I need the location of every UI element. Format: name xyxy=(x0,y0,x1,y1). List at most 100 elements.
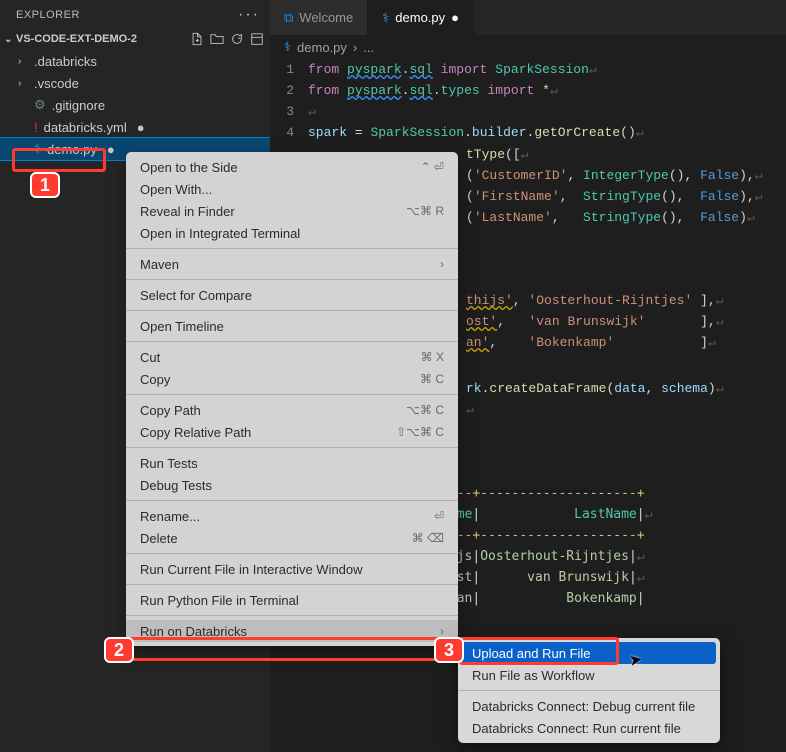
context-menu-item[interactable]: Select for Compare xyxy=(126,284,458,306)
context-menu-item[interactable]: Delete⌘ ⌫ xyxy=(126,527,458,549)
code-line[interactable]: 1from pyspark.sql import SparkSession↵ xyxy=(270,59,786,80)
folder-databricks[interactable]: › .databricks xyxy=(0,50,270,72)
chevron-down-icon: ⌄ xyxy=(4,34,14,45)
code-line[interactable]: 4spark = SparkSession.builder.getOrCreat… xyxy=(270,122,786,143)
workspace-name: VS-CODE-EXT-DEMO-2 xyxy=(16,33,137,45)
menu-item-label: Run Current File in Interactive Window xyxy=(140,562,363,577)
file-databricks-yml[interactable]: ! databricks.yml ● xyxy=(0,116,270,138)
tab-label: demo.py xyxy=(395,10,445,25)
menu-separator xyxy=(126,447,458,448)
menu-item-label: Reveal in Finder xyxy=(140,204,235,219)
code-editor[interactable]: 1from pyspark.sql import SparkSession↵2f… xyxy=(270,59,786,143)
menu-item-label: Rename... xyxy=(140,509,200,524)
keyboard-shortcut: ⌃ ⏎ xyxy=(421,160,444,174)
breadcrumb[interactable]: ⚕ demo.py › ... xyxy=(270,35,786,59)
context-menu-item[interactable]: Run Tests xyxy=(126,452,458,474)
menu-separator xyxy=(126,279,458,280)
tab-welcome[interactable]: ⧉ Welcome xyxy=(270,0,368,35)
menu-item-label: Open With... xyxy=(140,182,212,197)
menu-item-label: Copy Relative Path xyxy=(140,425,251,440)
menu-separator xyxy=(126,310,458,311)
line-number: 4 xyxy=(270,122,308,143)
breadcrumb-more: ... xyxy=(363,40,374,55)
context-menu-item[interactable]: Reveal in Finder ⌥⌘ R xyxy=(126,200,458,222)
menu-separator xyxy=(126,615,458,616)
file-gitignore[interactable]: ⚙ .gitignore xyxy=(0,94,270,116)
menu-item-label: Open Timeline xyxy=(140,319,224,334)
context-menu-item[interactable]: Copy⌘ C xyxy=(126,368,458,390)
explorer-title: EXPLORER xyxy=(16,9,80,21)
submenu-arrow-icon: › xyxy=(440,624,444,638)
menu-separator xyxy=(126,500,458,501)
annotation-badge-3: 3 xyxy=(434,637,464,663)
new-file-icon[interactable] xyxy=(190,32,204,46)
keyboard-shortcut: ⌥⌘ C xyxy=(406,403,444,417)
python-icon: ⚕ xyxy=(284,39,291,55)
annotation-box-2 xyxy=(128,637,456,661)
dirty-indicator: ● xyxy=(451,10,459,25)
menu-item-label: Run Tests xyxy=(140,456,198,471)
context-menu-item[interactable]: Open Timeline xyxy=(126,315,458,337)
context-menu-item[interactable]: Maven › xyxy=(126,253,458,275)
menu-item-label: Open to the Side xyxy=(140,160,238,175)
context-menu-item[interactable]: Rename... ⏎ xyxy=(126,505,458,527)
file-tree: › .databricks › .vscode ⚙ .gitignore ! d… xyxy=(0,48,270,160)
menu-item-label: Run Python File in Terminal xyxy=(140,593,299,608)
menu-item-label: Copy xyxy=(140,372,170,387)
folder-label: .databricks xyxy=(34,54,97,69)
code-line[interactable]: 3↵ xyxy=(270,101,786,122)
keyboard-shortcut: ⌘ X xyxy=(421,350,444,364)
breadcrumb-file: demo.py xyxy=(297,40,347,55)
yaml-icon: ! xyxy=(34,120,38,135)
menu-separator xyxy=(126,584,458,585)
annotation-box-3 xyxy=(459,637,619,665)
submenu-item[interactable]: Databricks Connect: Debug current file xyxy=(458,695,720,717)
menu-item-label: Delete xyxy=(140,531,178,546)
refresh-icon[interactable] xyxy=(230,32,244,46)
context-menu-item[interactable]: Open to the Side ⌃ ⏎ xyxy=(126,156,458,178)
code-line[interactable]: 2from pyspark.sql.types import *↵ xyxy=(270,80,786,101)
keyboard-shortcut: ⇧⌥⌘ C xyxy=(396,425,444,439)
tab-demo-py[interactable]: ⚕ demo.py ● xyxy=(368,0,474,35)
collapse-icon[interactable] xyxy=(250,32,264,46)
context-menu-item[interactable]: Copy Path ⌥⌘ C xyxy=(126,399,458,421)
annotation-badge-2: 2 xyxy=(104,637,134,663)
new-folder-icon[interactable] xyxy=(210,32,224,46)
context-menu-item[interactable]: Debug Tests xyxy=(126,474,458,496)
menu-item-label: Copy Path xyxy=(140,403,201,418)
python-icon: ⚕ xyxy=(382,10,389,26)
folder-vscode[interactable]: › .vscode xyxy=(0,72,270,94)
annotation-box-1 xyxy=(12,148,106,172)
tab-label: Welcome xyxy=(299,10,353,25)
line-number: 2 xyxy=(270,80,308,101)
menu-item-label: Open in Integrated Terminal xyxy=(140,226,300,241)
context-menu[interactable]: Open to the Side ⌃ ⏎ Open With... Reveal in… xyxy=(126,152,458,646)
context-menu-item[interactable]: Open With... xyxy=(126,178,458,200)
keyboard-shortcut: ⏎ xyxy=(434,509,444,523)
context-menu-item[interactable]: Run Python File in Terminal xyxy=(126,589,458,611)
more-actions-icon[interactable]: ··· xyxy=(238,6,260,24)
breadcrumb-sep: › xyxy=(353,40,357,55)
submenu-item[interactable]: Run File as Workflow xyxy=(458,664,720,686)
submenu-arrow-icon: › xyxy=(440,257,444,271)
chevron-right-icon: › xyxy=(18,56,28,67)
menu-separator xyxy=(126,341,458,342)
menu-separator xyxy=(126,248,458,249)
menu-item-label: Debug Tests xyxy=(140,478,212,493)
menu-item-label: Maven xyxy=(140,257,179,272)
submenu-item[interactable]: Databricks Connect: Run current file xyxy=(458,717,720,739)
context-menu-item[interactable]: Run Current File in Interactive Window xyxy=(126,558,458,580)
context-menu-item[interactable]: Open in Integrated Terminal xyxy=(126,222,458,244)
workspace-header[interactable]: ⌄ VS-CODE-EXT-DEMO-2 xyxy=(0,30,270,48)
annotation-badge-1: 1 xyxy=(30,172,60,198)
editor-tabs: ⧉ Welcome ⚕ demo.py ● xyxy=(270,0,786,35)
menu-item-label: Cut xyxy=(140,350,160,365)
line-number: 3 xyxy=(270,101,308,122)
context-menu-item[interactable]: Cut ⌘ X xyxy=(126,346,458,368)
context-menu-item[interactable]: Copy Relative Path ⇧⌥⌘ C xyxy=(126,421,458,443)
keyboard-shortcut: ⌥⌘ R xyxy=(406,204,444,218)
menu-item-label: Select for Compare xyxy=(140,288,252,303)
file-label: databricks.yml xyxy=(44,120,127,135)
menu-separator xyxy=(126,394,458,395)
modified-indicator: ● xyxy=(137,120,145,135)
